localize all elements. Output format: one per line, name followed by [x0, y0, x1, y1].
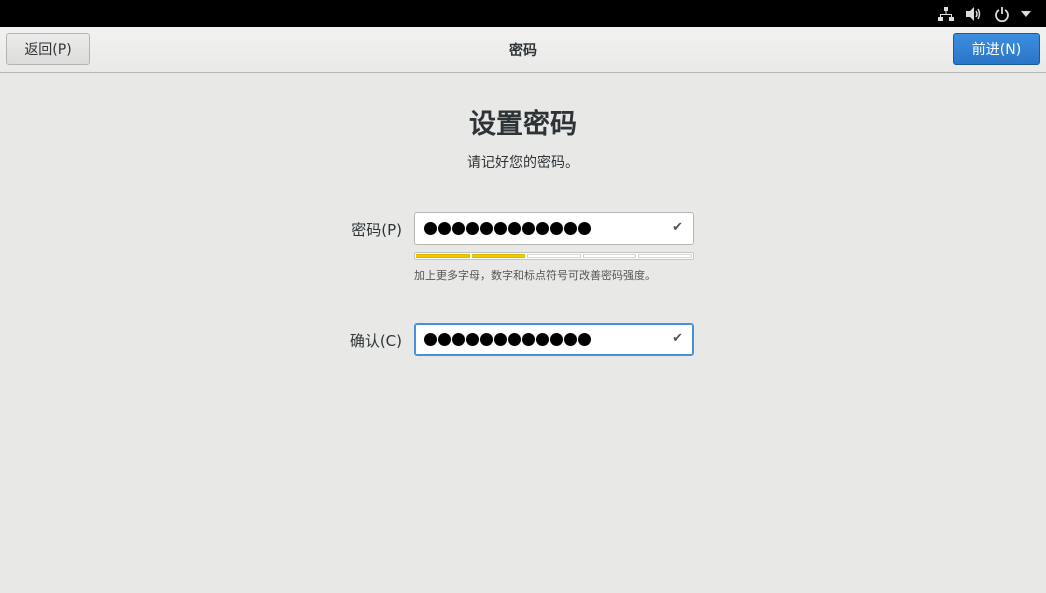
power-icon[interactable] [992, 5, 1012, 22]
confirm-password-field[interactable]: ✔ [414, 323, 694, 356]
password-dot [424, 222, 437, 235]
password-dot [508, 333, 521, 346]
strength-segment [582, 254, 637, 258]
password-dot [452, 222, 465, 235]
chevron-down-icon[interactable] [1016, 5, 1036, 22]
password-dot [494, 333, 507, 346]
strength-segment [471, 254, 526, 258]
password-dot [452, 333, 465, 346]
password-dot [578, 222, 591, 235]
network-icon[interactable] [936, 5, 956, 22]
strength-segment [638, 254, 692, 258]
header-bar: 返回(P) 密码 前进(N) [0, 27, 1046, 73]
password-dot [536, 333, 549, 346]
password-dot [424, 333, 437, 346]
password-dot [550, 333, 563, 346]
password-dot [438, 222, 451, 235]
password-masked-value [424, 222, 591, 235]
password-dot [508, 222, 521, 235]
strength-segment [527, 254, 581, 258]
password-dot [438, 333, 451, 346]
password-dot [466, 333, 479, 346]
password-dot [522, 333, 535, 346]
check-icon: ✔ [672, 220, 683, 235]
password-dot [550, 222, 563, 235]
confirm-masked-value [424, 333, 591, 346]
password-dot [536, 222, 549, 235]
password-dot [494, 222, 507, 235]
password-field[interactable]: ✔ [414, 212, 694, 245]
system-top-bar [0, 0, 1046, 27]
check-icon: ✔ [672, 331, 683, 346]
password-dot [578, 333, 591, 346]
password-dot [480, 333, 493, 346]
volume-icon[interactable] [963, 5, 983, 22]
confirm-label: 确认(C) [349, 332, 402, 350]
password-dot [564, 222, 577, 235]
password-label: 密码(P) [351, 221, 402, 239]
password-hint: 加上更多字母，数字和标点符号可改善密码强度。 [414, 269, 656, 282]
password-dot [522, 222, 535, 235]
page-subtitle: 请记好您的密码。 [467, 155, 579, 171]
page-title: 设置密码 [469, 109, 577, 140]
password-dot [466, 222, 479, 235]
strength-segment [416, 254, 470, 258]
header-title: 密码 [509, 43, 537, 59]
password-strength-meter [414, 252, 694, 260]
password-dot [564, 333, 577, 346]
password-dot [480, 222, 493, 235]
next-button[interactable]: 前进(N) [953, 33, 1040, 65]
